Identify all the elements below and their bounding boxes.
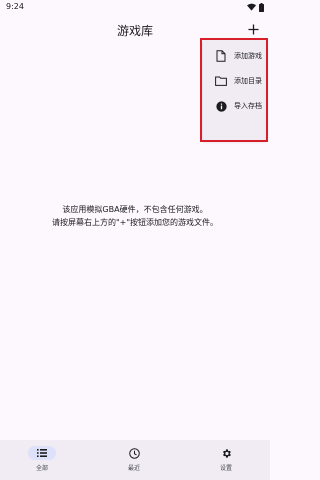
menu-item-add-game[interactable]: 添加游戏 <box>203 44 266 68</box>
empty-message-line-2: 请按屏幕右上方的"+"按钮添加您的游戏文件。 <box>51 218 219 227</box>
menu-item-label: 添加游戏 <box>234 52 262 60</box>
clock-icon <box>120 446 148 460</box>
menu-item-add-directory[interactable]: 添加目录 <box>203 69 266 93</box>
menu-item-label: 添加目录 <box>234 77 262 85</box>
nav-item-all[interactable]: 全部 <box>22 446 62 478</box>
wifi-icon <box>247 3 256 11</box>
status-bar: 9:24 <box>0 0 270 14</box>
list-icon <box>28 446 56 460</box>
gear-icon <box>212 446 240 460</box>
nav-item-settings[interactable]: 设置 <box>206 446 246 478</box>
add-menu: 添加游戏 添加目录 导入存档 <box>203 40 266 140</box>
menu-item-import-save[interactable]: 导入存档 <box>203 94 266 118</box>
page-title: 游戏库 <box>116 24 153 38</box>
add-button[interactable] <box>242 18 264 40</box>
bottom-navigation: 全部 最近 设置 <box>0 440 270 480</box>
status-time: 9:24 <box>6 2 24 11</box>
nav-label: 最近 <box>127 465 140 472</box>
folder-icon <box>214 74 228 88</box>
menu-item-label: 导入存档 <box>234 102 262 110</box>
plus-icon <box>247 23 259 35</box>
info-icon <box>214 99 228 113</box>
nav-item-recent[interactable]: 最近 <box>114 446 154 478</box>
empty-state-message: 该应用模拟GBA硬件，不包含任何游戏。 请按屏幕右上方的"+"按钮添加您的游戏文… <box>0 203 270 229</box>
file-icon <box>214 49 228 63</box>
battery-icon <box>259 2 264 12</box>
nav-label: 全部 <box>35 465 48 472</box>
status-icons <box>247 2 264 12</box>
nav-label: 设置 <box>219 465 232 472</box>
empty-message-line-1: 该应用模拟GBA硬件，不包含任何游戏。 <box>62 205 208 214</box>
